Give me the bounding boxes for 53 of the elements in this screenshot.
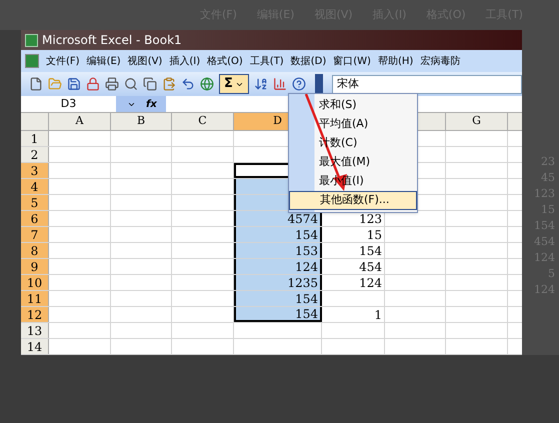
printer-icon[interactable] [105, 77, 119, 91]
menu-item[interactable]: 帮助(H) [378, 54, 414, 68]
table-cell: 154 [234, 227, 322, 242]
table-cell: 1235 [234, 275, 322, 290]
row-header[interactable]: 10 [21, 275, 49, 290]
menu-item[interactable]: 插入(I) [169, 54, 200, 68]
row-header[interactable]: 7 [21, 227, 49, 242]
row-header[interactable]: 4 [21, 179, 49, 194]
menu-item[interactable]: 编辑(E) [86, 54, 121, 68]
row-header[interactable]: 2 [21, 147, 49, 162]
function-label[interactable]: fx [146, 96, 166, 112]
undo-icon[interactable] [181, 77, 195, 91]
menu-item[interactable]: 数据(D) [290, 54, 326, 68]
row-header[interactable]: 1 [21, 131, 49, 146]
menu-item[interactable]: 窗口(W) [333, 54, 371, 68]
row-header[interactable]: 11 [21, 291, 49, 306]
autosum-button[interactable]: Σ [219, 74, 249, 94]
menu-item[interactable]: 视图(V) [128, 54, 162, 68]
menu-item[interactable]: 其他函数(F)... [289, 191, 417, 210]
menu-item[interactable]: 工具(T) [250, 54, 284, 68]
row-header[interactable]: 13 [21, 323, 49, 338]
magnifier-icon[interactable] [124, 77, 138, 91]
excel-icon [25, 34, 38, 46]
table-cell: 4574 [234, 211, 322, 226]
table-cell: 154 [234, 307, 322, 322]
table-cell: 153 [234, 243, 322, 258]
row-header[interactable]: 8 [21, 243, 49, 258]
row-header[interactable]: 5 [21, 195, 49, 210]
save-icon[interactable] [67, 77, 81, 91]
excel-icon [25, 54, 39, 68]
row-header[interactable]: 14 [21, 339, 49, 354]
menu-item[interactable]: 文件(F) [46, 54, 80, 68]
lock-icon[interactable] [86, 77, 100, 91]
sort-icon[interactable] [254, 77, 268, 91]
paste-icon[interactable] [162, 77, 176, 91]
menu-item[interactable]: 求和(S) [289, 96, 417, 115]
globe-icon[interactable] [200, 77, 214, 91]
help-icon[interactable] [292, 77, 306, 91]
row-header[interactable]: 3 [21, 163, 49, 178]
row-header[interactable]: 9 [21, 259, 49, 274]
font-field[interactable]: 宋体 [332, 74, 522, 94]
bar-chart-icon[interactable] [272, 77, 287, 91]
name-box[interactable]: D3 [21, 96, 116, 112]
new-file-icon[interactable] [29, 77, 43, 91]
table-cell: 124 [234, 259, 322, 274]
row-header[interactable]: 6 [21, 211, 49, 226]
window-title: Microsoft Excel - Book1 [42, 32, 182, 49]
table-cell: 154 [234, 291, 322, 306]
copy-icon[interactable] [143, 77, 157, 91]
row-header[interactable]: 12 [21, 307, 49, 322]
menu-item[interactable]: 格式(O) [207, 54, 243, 68]
menu-item[interactable]: 宏病毒防 [420, 54, 460, 68]
toolbar-options-handle[interactable] [314, 74, 323, 94]
